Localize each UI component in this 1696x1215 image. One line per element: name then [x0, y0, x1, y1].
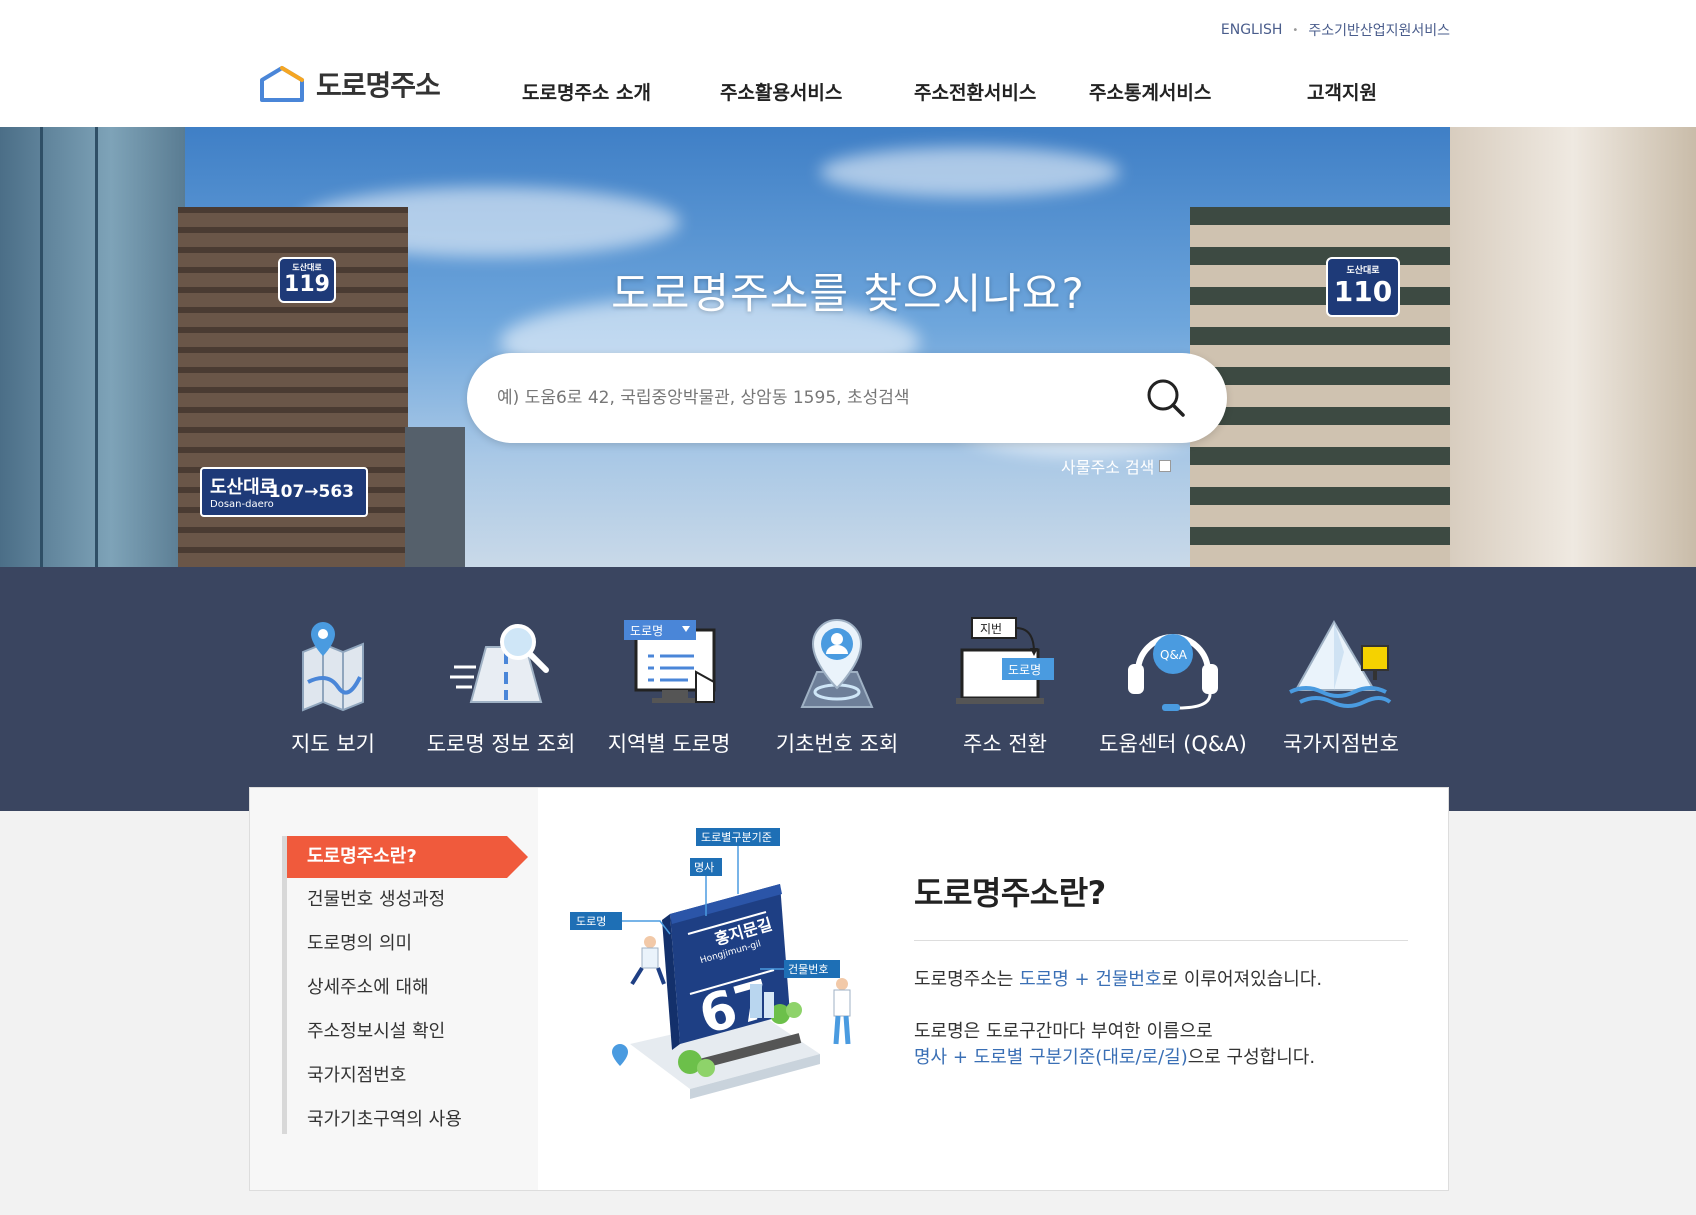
quick-label: 주소 전환 [963, 732, 1047, 756]
quick-label: 지도 보기 [291, 732, 375, 756]
separator-dot: • [1292, 24, 1299, 36]
glass-building [0, 127, 185, 567]
p1-post: 로 이루어져있습니다. [1161, 969, 1323, 990]
road-sign-dosan: 도산대로 Dosan-daero 107→563 [200, 467, 368, 517]
quick-menu: 지도 보기 도로명 정보 조회 도로명 지역별 도로명 기초번호 조회 지번 도… [0, 567, 1696, 811]
p1-plus: + [1068, 969, 1096, 990]
side-item-basic-zone[interactable]: 국가기초구역의 사용 [287, 1098, 507, 1142]
cloud [820, 147, 1120, 197]
p2-criteria: 도로별 구분기준(대로/로/길) [973, 1047, 1188, 1068]
p2-plus: + [947, 1047, 974, 1068]
intro-title: 도로명주소란? [914, 868, 1408, 941]
road-search-icon [450, 624, 549, 703]
main-navigation: 도로명주소 소개 주소활용서비스 주소전환서비스 주소통계서비스 고객지원 [0, 78, 1696, 108]
p1-road: 도로명 [1019, 969, 1069, 990]
map-icon [302, 622, 364, 712]
p2-line1: 도로명은 도로구간마다 부여한 이름으로 [914, 1021, 1213, 1042]
side-item-detail-address[interactable]: 상세주소에 대해 [287, 966, 507, 1010]
industry-support-link[interactable]: 주소기반산업지원서비스 [1308, 20, 1450, 40]
quick-label: 도로명 정보 조회 [426, 732, 576, 756]
quick-label: 지역별 도로명 [607, 732, 731, 756]
side-menu-list: 도로명주소란? 건물번호 생성과정 도로명의 의미 상세주소에 대해 주소정보시… [287, 836, 528, 1142]
nav-customer-support[interactable]: 고객지원 [1307, 78, 1377, 105]
sign-road-range: 107→563 [268, 482, 354, 502]
intro-paragraph-1: 도로명주소는 도로명 + 건물번호로 이루어져있습니다. [914, 967, 1408, 993]
side-item-building-number[interactable]: 건물번호 생성과정 [287, 878, 507, 922]
stone-building [1450, 127, 1696, 567]
intro-panel: 도로명주소란? 건물번호 생성과정 도로명의 의미 상세주소에 대해 주소정보시… [249, 787, 1449, 1191]
headset-icon: Q&A [1128, 634, 1218, 711]
quick-national-point[interactable]: 국가지점번호 [1256, 612, 1426, 758]
regional-road-icon: 도로명 [624, 620, 716, 703]
intro-paragraph-2: 도로명은 도로구간마다 부여한 이름으로 명사 + 도로별 구분기준(대로/로/… [914, 1019, 1408, 1071]
quick-help-center[interactable]: Q&A 도움센터 (Q&A) [1088, 612, 1258, 758]
tag-criteria: 도로별구분기준 [701, 831, 772, 844]
business-search-label: 사물주소 검색 [1061, 458, 1155, 477]
quick-base-number[interactable]: 기초번호 조회 [752, 612, 922, 758]
side-item-facility-check[interactable]: 주소정보시설 확인 [287, 1010, 507, 1054]
p1-building-number: 건물번호 [1095, 969, 1162, 990]
quick-regional-road[interactable]: 도로명 지역별 도로명 [584, 612, 754, 758]
address-convert-icon: 지번 도로명 [956, 617, 1054, 704]
road-address-illustration: 홍지문길 Hongjimun-gil 67 도로별구분기준 명사 도로명 건물번… [570, 828, 851, 1099]
road-tag: 도로명 [1008, 663, 1041, 677]
hero-banner: 도산대로 119 도산대로 Dosan-daero 107→563 도산대로 1… [0, 127, 1696, 567]
building-line [95, 127, 98, 567]
quick-address-convert[interactable]: 지번 도로명 주소 전환 [920, 612, 1090, 758]
side-item-what-is-address[interactable]: 도로명주소란? [287, 836, 528, 878]
nav-intro[interactable]: 도로명주소 소개 [522, 78, 651, 105]
tag-building-number: 건물번호 [788, 963, 828, 976]
tag-noun: 명사 [694, 861, 714, 874]
p1-pre: 도로명주소는 [914, 969, 1020, 990]
nav-usage-service[interactable]: 주소활용서비스 [720, 78, 842, 105]
tag-road: 도로명 [576, 915, 606, 928]
quick-label: 기초번호 조회 [775, 732, 899, 756]
quick-label: 국가지점번호 [1283, 732, 1399, 756]
nav-convert-service[interactable]: 주소전환서비스 [914, 78, 1036, 105]
quick-road-info[interactable]: 도로명 정보 조회 [416, 612, 586, 758]
p2-noun: 명사 [914, 1047, 948, 1068]
business-address-search[interactable]: 사물주소 검색 [1061, 454, 1172, 478]
english-link[interactable]: ENGLISH [1221, 22, 1283, 38]
address-search-input[interactable] [497, 378, 1117, 418]
intro-content: 도로명주소란? 도로명주소는 도로명 + 건물번호로 이루어져있습니다. 도로명… [914, 868, 1408, 1071]
quick-map-view[interactable]: 지도 보기 [248, 612, 418, 758]
search-icon[interactable] [1145, 377, 1187, 419]
qa-bubble-text: Q&A [1160, 648, 1188, 662]
business-search-checkbox[interactable] [1159, 460, 1172, 472]
side-item-national-point[interactable]: 국가지점번호 [287, 1054, 507, 1098]
hero-title: 도로명주소를 찾으시나요? [611, 269, 1085, 318]
side-menu: 도로명주소란? 건물번호 생성과정 도로명의 의미 상세주소에 대해 주소정보시… [250, 788, 538, 1190]
nav-stats-service[interactable]: 주소통계서비스 [1089, 78, 1211, 105]
mountain-point-icon [1289, 619, 1392, 708]
site-header: ENGLISH • 주소기반산업지원서비스 도로명주소 도로명주소 소개 주소활… [0, 0, 1696, 127]
building-line [40, 127, 43, 567]
utility-links: ENGLISH • 주소기반산업지원서비스 [1221, 20, 1450, 40]
low-building [405, 427, 465, 567]
road-dropdown-tag: 도로명 [630, 624, 663, 638]
location-pin-icon [800, 618, 874, 708]
address-search-box [467, 353, 1227, 443]
quick-label: 도움센터 (Q&A) [1099, 732, 1247, 756]
p2-post: 으로 구성합니다. [1187, 1047, 1316, 1068]
side-item-road-meaning[interactable]: 도로명의 의미 [287, 922, 507, 966]
lot-tag: 지번 [980, 622, 1002, 636]
